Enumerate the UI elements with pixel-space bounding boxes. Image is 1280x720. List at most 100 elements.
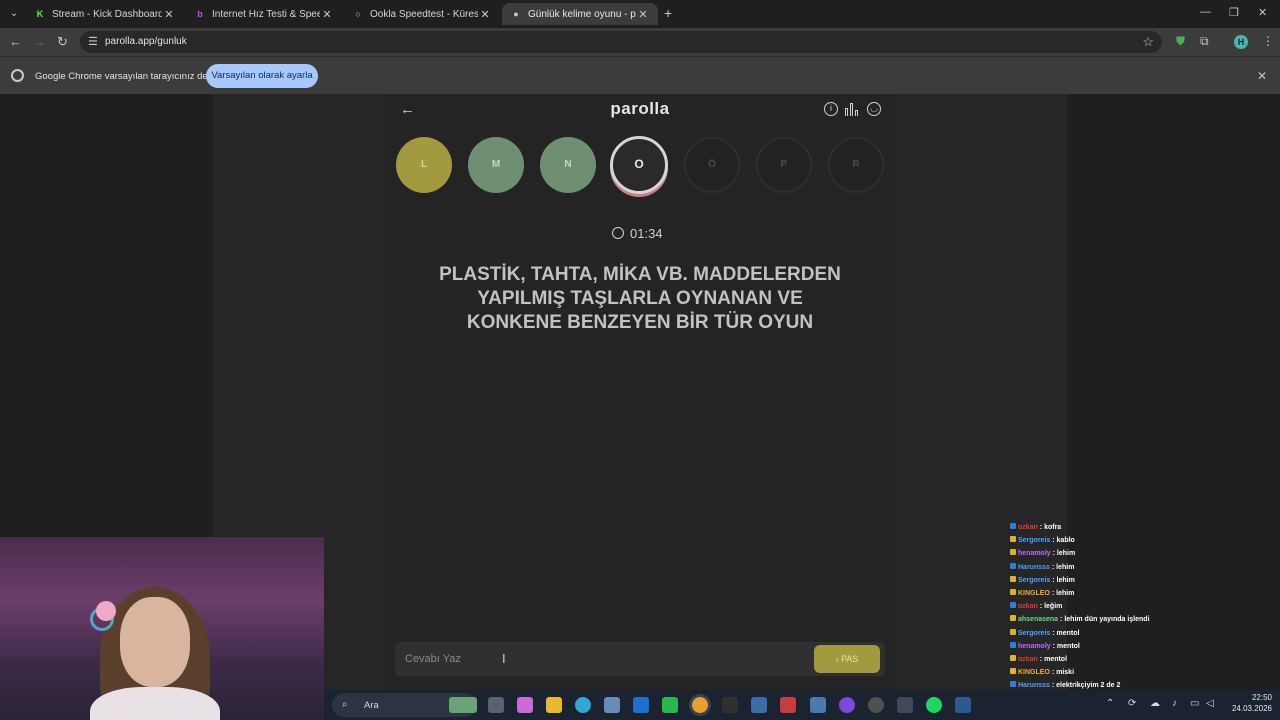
- chat-username[interactable]: Harunsss: [1018, 682, 1050, 689]
- chat-username[interactable]: henamoly: [1018, 643, 1051, 650]
- chat-username[interactable]: ozkan: [1018, 524, 1038, 531]
- volume-icon[interactable]: ◁: [1206, 698, 1214, 709]
- chat-username[interactable]: Sergoreis: [1018, 630, 1050, 637]
- close-icon[interactable]: ✕: [636, 8, 650, 21]
- chat-message: henamoly : lehim: [1010, 547, 1210, 560]
- forward-icon[interactable]: →: [33, 34, 46, 49]
- app-dark-icon[interactable]: [897, 697, 913, 713]
- chat-message: henamoly : mentol: [1010, 640, 1210, 653]
- chat-message: ozkan : leğim: [1010, 600, 1210, 613]
- app-purple-icon[interactable]: [839, 697, 855, 713]
- menu-kebab-icon[interactable]: ⋮: [1262, 34, 1274, 48]
- streamer-face: [120, 597, 190, 687]
- close-icon[interactable]: ✕: [1257, 69, 1267, 83]
- chat-text: mentol: [1056, 629, 1080, 637]
- browser-toolbar: ← → ↻ ☰ parolla.app/gunluk ☆ ⛊ ⧉ ⋮: [0, 28, 1280, 56]
- letter-circle: P: [756, 137, 812, 193]
- clock-time: 22:50: [1251, 693, 1272, 702]
- back-arrow-icon[interactable]: ←: [400, 101, 415, 118]
- chat-text: mentol: [1056, 642, 1080, 650]
- search-highlight-image: [449, 697, 477, 713]
- profile-avatar[interactable]: H: [1234, 35, 1248, 49]
- chat-username[interactable]: Harunsss: [1018, 564, 1050, 571]
- logo[interactable]: parolla: [560, 99, 720, 119]
- chat-username[interactable]: Sergoreis: [1018, 577, 1050, 584]
- profile-icon[interactable]: ◡: [867, 102, 881, 116]
- site-info-icon[interactable]: ☰: [88, 35, 98, 48]
- taskbar-clock[interactable]: 22:50 24.03.2026: [1228, 692, 1272, 714]
- pass-button[interactable]: › PAS: [814, 645, 880, 673]
- file-explorer-icon[interactable]: [546, 697, 562, 713]
- steam-running-icon[interactable]: [955, 697, 971, 713]
- chat-message: ahsenasena : lehim dün yayında işlendi: [1010, 613, 1210, 626]
- address-bar[interactable]: ☰ parolla.app/gunluk ☆: [80, 31, 1162, 53]
- chat-username[interactable]: ozkan: [1018, 603, 1038, 610]
- extensions-puzzle-icon[interactable]: ⧉: [1200, 34, 1209, 49]
- chat-username[interactable]: KINGLEO: [1018, 669, 1050, 676]
- epic-games-icon[interactable]: [722, 697, 738, 713]
- network-icon[interactable]: ▭: [1190, 698, 1199, 709]
- chat-text: lehim: [1056, 563, 1075, 571]
- tab-speedtest[interactable]: b İnternet Hız Testi & Speedtest ✕: [186, 3, 342, 25]
- copilot-icon[interactable]: [517, 697, 533, 713]
- spotify-icon[interactable]: [926, 697, 942, 713]
- url-text: parolla.app/gunluk: [105, 36, 187, 47]
- tab-search-icon[interactable]: ⌄: [6, 6, 22, 22]
- extension-shield-icon[interactable]: ⛊: [1176, 34, 1185, 49]
- new-tab-icon[interactable]: +: [664, 5, 672, 21]
- outlook-icon[interactable]: [633, 697, 649, 713]
- close-icon[interactable]: ✕: [162, 8, 176, 21]
- chrome-taskbar-icon[interactable]: [692, 697, 708, 713]
- window-close-icon[interactable]: ✕: [1258, 6, 1267, 19]
- tray-app-icon[interactable]: ⟳: [1128, 698, 1136, 709]
- onedrive-icon[interactable]: ☁: [1150, 698, 1160, 709]
- app-red-icon[interactable]: [780, 697, 796, 713]
- task-view-icon[interactable]: [488, 697, 504, 713]
- restore-icon[interactable]: ❐: [1229, 6, 1239, 19]
- set-default-button[interactable]: Varsayılan olarak ayarla: [206, 64, 318, 88]
- chat-badge-icon: [1010, 615, 1016, 622]
- edge-icon[interactable]: [575, 697, 591, 713]
- chat-badge-icon: [1010, 536, 1016, 543]
- chat-text: leğim: [1044, 603, 1063, 611]
- chat-username[interactable]: ahsenasena: [1018, 616, 1058, 623]
- chat-username[interactable]: henamoly: [1018, 550, 1051, 557]
- info-icon[interactable]: i: [824, 102, 838, 116]
- tab-parolla[interactable]: ● Günlük kelime oyunu - parolla ✕: [502, 3, 658, 25]
- chat-message: Sergoreis : lehim: [1010, 574, 1210, 587]
- stats-icon[interactable]: [845, 102, 859, 116]
- tray-expand-icon[interactable]: ⌃: [1106, 698, 1114, 709]
- app-bird-icon[interactable]: [810, 697, 826, 713]
- tab-ookla[interactable]: ○ Ookla Speedtest - Küresel Gen ✕: [344, 3, 500, 25]
- chat-username[interactable]: KINGLEO: [1018, 590, 1050, 597]
- kick-app-icon[interactable]: [662, 697, 678, 713]
- mic-icon[interactable]: ♪: [1172, 698, 1177, 709]
- timer-value: 01:34: [630, 226, 663, 241]
- answer-input[interactable]: [405, 642, 805, 676]
- reload-icon[interactable]: ↻: [57, 34, 68, 50]
- chat-text: elektrikçiyim 2 de 2: [1056, 682, 1121, 690]
- back-icon[interactable]: ←: [9, 34, 22, 49]
- obs-icon[interactable]: [868, 697, 884, 713]
- search-label: Ara: [364, 700, 379, 711]
- close-icon[interactable]: ✕: [478, 8, 492, 21]
- letter-circle: M: [468, 137, 524, 193]
- steam-icon[interactable]: [751, 697, 767, 713]
- pass-label: PAS: [841, 654, 859, 664]
- chat-text: lehim: [1056, 589, 1075, 597]
- letter-circle-current: O: [610, 136, 668, 194]
- chat-username[interactable]: Sergoreis: [1018, 537, 1050, 544]
- tab-kick[interactable]: K Stream - Kick Dashboard ✕: [26, 3, 184, 25]
- store-icon[interactable]: [604, 697, 620, 713]
- letter-circle: N: [540, 137, 596, 193]
- bookmark-star-icon[interactable]: ☆: [1142, 34, 1154, 50]
- clock-date: 24.03.2026: [1231, 704, 1272, 713]
- chat-message: Sergoreis : mentol: [1010, 627, 1210, 640]
- chat-message: KINGLEO : miski: [1010, 666, 1210, 679]
- minimize-icon[interactable]: —: [1200, 6, 1211, 18]
- close-icon[interactable]: ✕: [320, 8, 334, 21]
- taskbar-search[interactable]: ⌕ Ara: [332, 693, 477, 717]
- windows-taskbar: ⌕ Ara ⌃ ⟳ ☁ ♪ ▭ ◁: [324, 690, 1280, 720]
- chat-username[interactable]: ozkan: [1018, 656, 1038, 663]
- chat-badge-icon: [1010, 562, 1016, 569]
